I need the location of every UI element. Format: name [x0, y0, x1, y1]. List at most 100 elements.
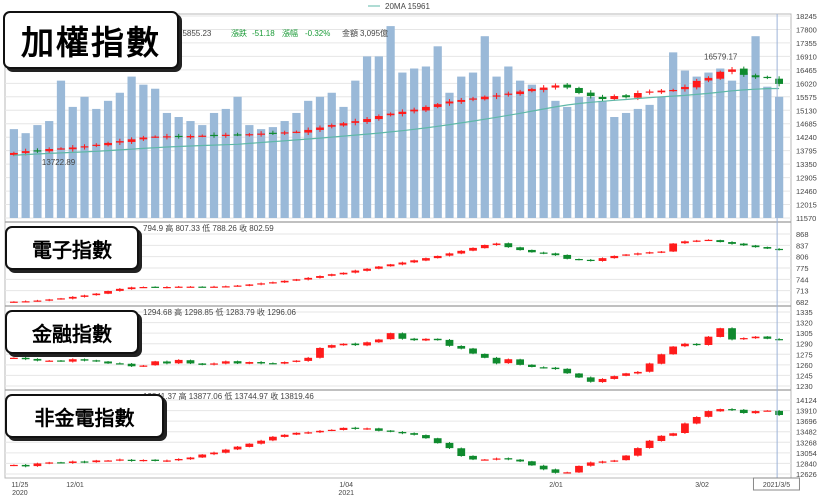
- volume-bar: [304, 100, 313, 218]
- candle-body: [645, 363, 654, 372]
- candle-body: [775, 410, 783, 416]
- candle-body: [316, 430, 324, 433]
- candle-body: [80, 359, 89, 361]
- candle-body: [104, 291, 112, 294]
- candle-body: [280, 280, 289, 283]
- y-tick-label: 14124: [796, 396, 817, 405]
- candle-body: [563, 472, 572, 474]
- candle-body: [257, 133, 265, 135]
- candle-body: [633, 371, 642, 374]
- volume-bar: [763, 86, 772, 218]
- candle-body: [257, 440, 265, 444]
- main-pct-label: 漲幅: [282, 28, 298, 38]
- candle-body: [469, 348, 477, 354]
- candle-body: [751, 411, 760, 414]
- volume-bar: [315, 96, 325, 218]
- candle-body: [221, 134, 230, 136]
- volume-bar: [445, 92, 454, 218]
- volume-bar: [515, 80, 525, 218]
- candle-body: [551, 367, 560, 370]
- candle-body: [692, 416, 701, 424]
- candle-body: [692, 80, 701, 88]
- candle-body: [327, 125, 336, 127]
- x-axis-year-label: 2021: [338, 490, 354, 496]
- y-tick-label: 1275: [796, 350, 813, 359]
- candle-body: [33, 358, 42, 361]
- candle-body: [704, 411, 713, 417]
- y-tick-label: 13054: [796, 449, 817, 458]
- candle-body: [198, 363, 207, 365]
- x-axis-date-label: 3/02: [695, 482, 709, 489]
- candle-body: [657, 90, 666, 93]
- candle-body: [704, 77, 713, 81]
- candle-body: [245, 134, 254, 136]
- candle-body: [245, 362, 254, 364]
- candle-body: [210, 452, 218, 455]
- y-tick-label: 12460: [796, 187, 817, 196]
- candle-body: [457, 448, 466, 457]
- volume-bar: [280, 121, 289, 218]
- candle-body: [775, 78, 783, 84]
- candle-body: [163, 460, 171, 462]
- y-tick-label: 713: [796, 287, 809, 296]
- candle-body: [127, 287, 136, 290]
- main-pct-value: -0.32%: [305, 29, 330, 38]
- candle-body: [586, 462, 595, 466]
- candle-body: [681, 423, 689, 433]
- candle-body: [92, 360, 101, 362]
- candle-body: [610, 376, 619, 379]
- candle-body: [751, 245, 760, 248]
- volume-bar: [92, 108, 101, 218]
- candle-body: [528, 364, 536, 367]
- candle-body: [669, 89, 678, 92]
- candle-body: [763, 336, 772, 339]
- volume-bar: [398, 72, 407, 218]
- candle-body: [516, 359, 524, 365]
- candle-body: [622, 95, 630, 98]
- volume-bar: [421, 66, 431, 218]
- x-axis: 11/252020 12/01 1/042021 2/01 3/02 2021/3/5: [11, 477, 800, 496]
- candle-body: [386, 333, 395, 340]
- candle-body: [681, 86, 689, 90]
- candle-body: [33, 150, 42, 152]
- candle-body: [57, 298, 65, 300]
- candle-body: [539, 87, 548, 90]
- candle-body: [539, 367, 548, 369]
- candle-body: [233, 285, 242, 287]
- y-tick-label: 1230: [796, 382, 813, 391]
- candle-body: [280, 362, 289, 364]
- candle-body: [410, 260, 419, 263]
- candle-body: [633, 253, 642, 255]
- y-tick-label: 1305: [796, 329, 813, 338]
- x-axis-date-label: 12/01: [66, 482, 84, 489]
- candle-body: [57, 360, 65, 362]
- candle-body: [681, 241, 689, 244]
- candle-body: [339, 272, 348, 275]
- candle-body: [586, 259, 595, 262]
- candle-body: [457, 99, 466, 102]
- candle-body: [21, 151, 30, 153]
- candle-body: [374, 428, 383, 431]
- candle-body: [139, 459, 148, 462]
- volume-bar: [386, 26, 395, 218]
- finance-index-title: 金融指數: [5, 310, 139, 354]
- candle-body: [304, 432, 313, 434]
- candle-body: [433, 438, 442, 444]
- x-axis-date-label: 1/04: [339, 482, 353, 489]
- candle-body: [516, 247, 524, 251]
- candle-body: [198, 454, 207, 458]
- volume-bar: [610, 117, 619, 218]
- y-tick-label: 1260: [796, 361, 813, 370]
- candle-body: [598, 258, 607, 261]
- candle-body: [398, 431, 407, 434]
- candle-body: [657, 435, 666, 442]
- volume-bar: [292, 112, 301, 218]
- candle-body: [115, 459, 124, 461]
- volume-bar: [504, 66, 513, 218]
- candle-body: [351, 270, 360, 273]
- candle-body: [80, 295, 89, 297]
- y-tick-label: 1290: [796, 340, 813, 349]
- candle-body: [645, 440, 654, 448]
- candle-body: [492, 243, 501, 245]
- volume-bar: [139, 84, 148, 219]
